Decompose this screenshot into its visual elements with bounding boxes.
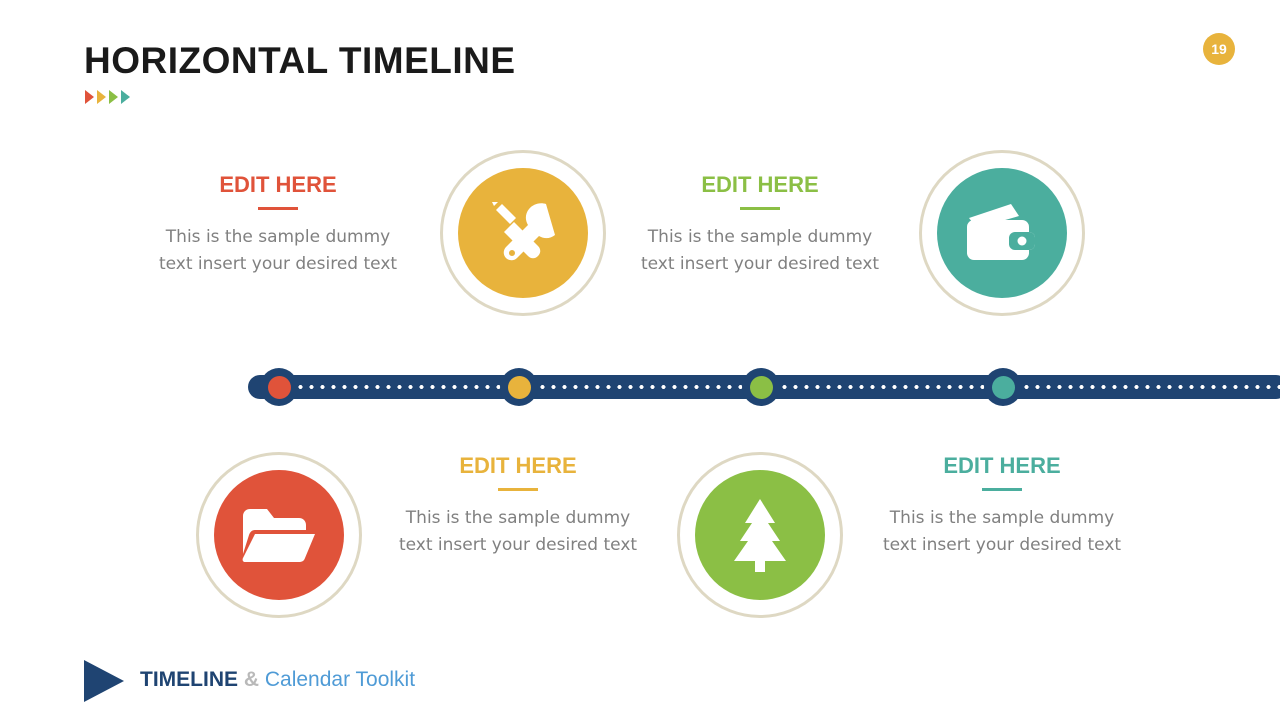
timeline-node-2-dot [507,375,531,399]
chevron-icon-1 [85,90,94,104]
milestone-body-wallet: This is the sample dummy text insert you… [640,227,880,274]
milestone-heading-folder: EDIT HERE [459,453,577,478]
milestone-rule-folder [498,488,538,492]
milestone-body-folder: This is the sample dummy text insert you… [398,508,638,555]
chevron-decoration [85,90,130,104]
milestone-text-tree: EDIT HERE This is the sample dummy text … [872,453,1132,558]
footer-brand-primary: TIMELINE [140,668,238,691]
tools-icon [458,168,588,298]
milestone-text-wallet: EDIT HERE This is the sample dummy text … [630,172,890,277]
slide: HORIZONTAL TIMELINE 19 EDIT HERE This is… [0,0,1280,720]
timeline-node-4[interactable] [984,368,1022,406]
page-title: HORIZONTAL TIMELINE [84,40,516,81]
chevron-icon-3 [109,90,118,104]
footer-brand: TIMELINE & Calendar Toolkit [140,668,415,692]
milestone-icon-ring-folder[interactable] [196,452,362,618]
timeline-node-1[interactable] [260,368,298,406]
footer-brand-secondary: Calendar Toolkit [264,668,416,691]
timeline-node-3[interactable] [742,368,780,406]
milestone-body-tree: This is the sample dummy text insert you… [882,508,1122,555]
milestone-icon-ring-tree[interactable] [677,452,843,618]
chevron-icon-2 [97,90,106,104]
milestone-text-tools: EDIT HERE This is the sample dummy text … [148,172,408,277]
page-number-badge: 19 [1203,33,1235,65]
milestone-rule-wallet [740,207,780,211]
milestone-body-tools: This is the sample dummy text insert you… [158,227,398,274]
milestone-heading-tree: EDIT HERE [943,453,1061,478]
milestone-heading-tools: EDIT HERE [219,172,337,197]
folder-icon [214,470,344,600]
footer-arrow-icon [84,660,124,702]
milestone-rule-tree [982,488,1022,492]
timeline-node-2[interactable] [500,368,538,406]
tree-icon [695,470,825,600]
wallet-icon [937,168,1067,298]
milestone-icon-ring-tools[interactable] [440,150,606,316]
timeline-node-4-dot [991,375,1015,399]
timeline-node-1-dot [267,375,291,399]
chevron-icon-4 [121,90,130,104]
milestone-heading-wallet: EDIT HERE [701,172,819,197]
milestone-text-folder: EDIT HERE This is the sample dummy text … [388,453,648,558]
milestone-icon-ring-wallet[interactable] [919,150,1085,316]
milestone-rule-tools [258,207,298,211]
timeline-node-3-dot [749,375,773,399]
footer-brand-amp: & [243,668,260,691]
